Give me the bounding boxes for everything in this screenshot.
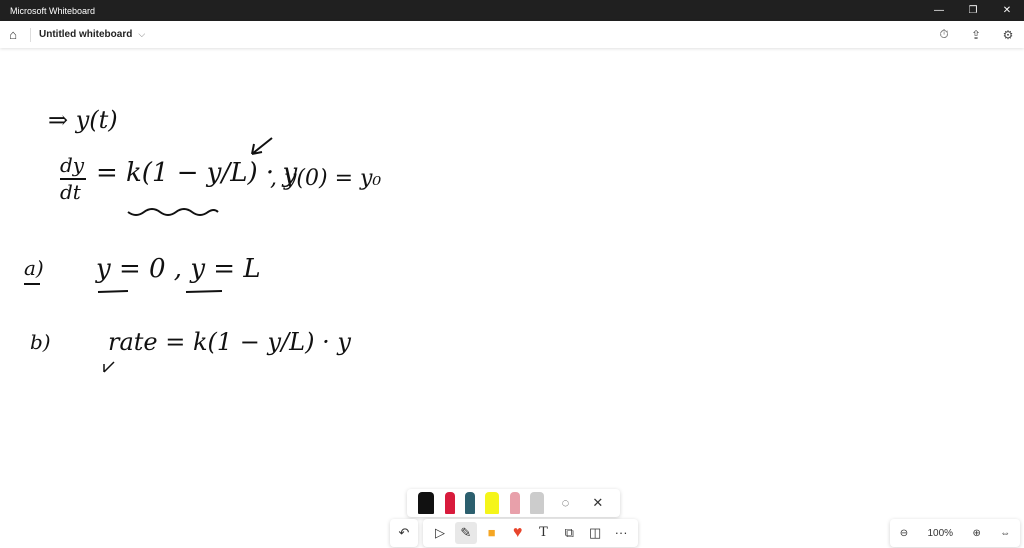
text-tool-icon[interactable]: T (532, 522, 554, 544)
divider (30, 27, 31, 42)
underline-strokes (24, 283, 223, 293)
ink-strokes (24, 137, 273, 373)
whiteboard-canvas[interactable]: ⇒ y(t) dy dt = k(1 − y/L) · y , y(0) = y… (0, 48, 1024, 548)
more-icon[interactable]: ··· (610, 522, 632, 544)
share-icon[interactable]: ⇪ (960, 28, 992, 42)
zoom-out-icon[interactable]: ⊖ (900, 528, 908, 539)
app-bar: ⌂ Untitled whiteboard ⌵ ⏱ ⇪ ⚙ (0, 21, 1024, 48)
close-button[interactable]: ✕ (990, 0, 1024, 21)
shapes-icon[interactable]: ⧉ (558, 522, 580, 544)
undo-button[interactable]: ↶ (390, 519, 418, 547)
title-bar: Microsoft Whiteboard — ❐ ✕ (0, 0, 1024, 21)
zoom-level: 100% (927, 527, 954, 539)
wavy-underline (127, 208, 219, 216)
window-title: Microsoft Whiteboard (10, 5, 96, 16)
chevron-down-icon[interactable]: ⌵ (138, 29, 145, 40)
ink-part-b-label: b) (30, 330, 51, 354)
select-tool-icon[interactable]: ▷ (429, 522, 451, 544)
board-title[interactable]: Untitled whiteboard (39, 29, 132, 40)
zoom-in-icon[interactable]: ⊕ (972, 528, 980, 539)
timer-icon[interactable]: ⏱ (928, 27, 960, 42)
main-toolbar: ▷ ✎ ■ ♥ T ⧉ ◫ ··· (423, 519, 638, 547)
highlighter-pink[interactable] (509, 492, 520, 514)
pen-black[interactable] (418, 492, 435, 514)
arrow-stroke (251, 137, 273, 155)
ink-part-a-text: y = 0 , y = L (96, 254, 261, 284)
ink-part-b-text: rate = k(1 − y/L) · y (108, 328, 351, 356)
pen-tool-icon[interactable]: ✎ (454, 522, 477, 544)
pen-tray: ◌ ✕ (407, 489, 620, 517)
highlighter-yellow[interactable] (485, 492, 500, 514)
restore-button[interactable]: ❐ (956, 0, 990, 21)
small-arrow-stroke (103, 361, 115, 373)
pen-red[interactable] (444, 492, 455, 514)
lasso-icon[interactable]: ◌ (554, 492, 576, 514)
close-icon[interactable]: ✕ (587, 492, 609, 514)
fit-to-screen-icon[interactable]: ⇔ (1000, 528, 1010, 539)
sticky-note-icon[interactable]: ■ (481, 522, 503, 544)
templates-icon[interactable]: ◫ (584, 522, 606, 544)
home-icon[interactable]: ⌂ (0, 27, 26, 42)
settings-icon[interactable]: ⚙ (992, 28, 1024, 42)
eraser[interactable] (530, 492, 545, 514)
minimize-button[interactable]: — (922, 0, 956, 21)
zoom-controls: ⊖ 100% ⊕ ⇔ (890, 519, 1020, 547)
reaction-heart-icon[interactable]: ♥ (507, 522, 529, 544)
ink-part-a-label: a) (24, 256, 44, 280)
pen-teal[interactable] (464, 492, 475, 514)
